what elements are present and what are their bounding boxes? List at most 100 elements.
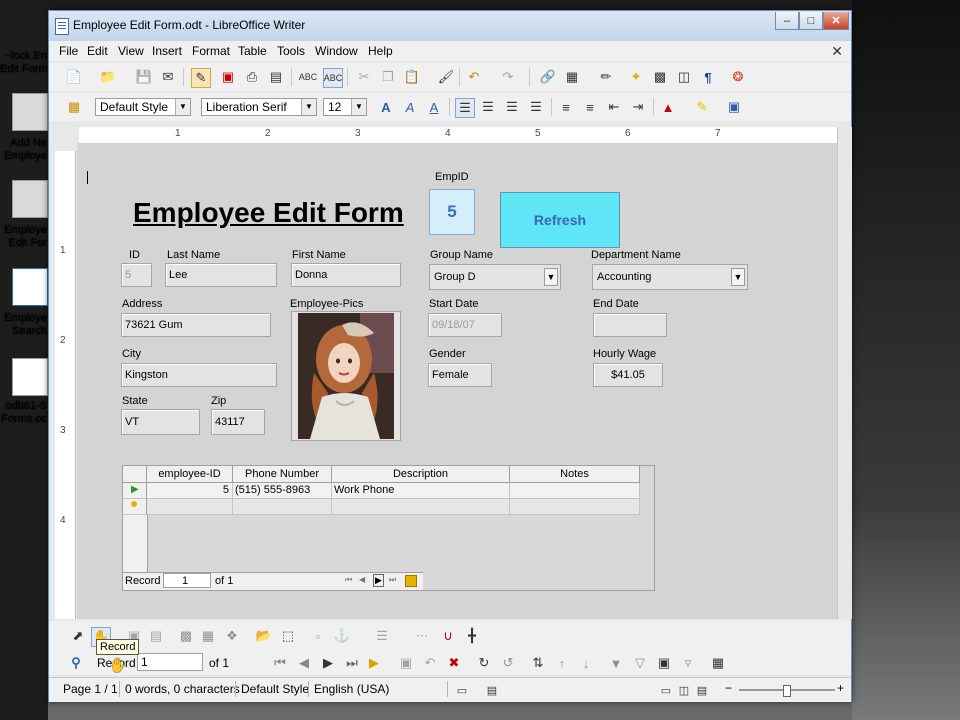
grid-row-current-marker[interactable]: ▶ [123, 483, 147, 499]
grid-header-description[interactable]: Description [332, 466, 510, 483]
cut-icon[interactable]: ✂ [355, 68, 373, 86]
menu-table[interactable]: Table [238, 44, 267, 58]
autofilter-icon[interactable]: ▼ [607, 654, 625, 672]
status-page[interactable]: Page 1 / 1 [63, 682, 118, 696]
font-color-icon[interactable]: ▲ [659, 98, 677, 116]
align-center-icon[interactable]: ☰ [479, 98, 497, 116]
state-field[interactable]: VT [121, 409, 200, 435]
chevron-down-icon[interactable]: ▼ [175, 99, 190, 115]
previous-record-icon[interactable]: ◀ [295, 654, 313, 672]
status-page-style[interactable]: Default Style [241, 682, 309, 696]
font-size-combo[interactable]: 12 ▼ [323, 98, 367, 116]
bold-icon[interactable]: A [377, 98, 395, 116]
numbering-icon[interactable]: ≡ [557, 98, 575, 116]
hourly-wage-field[interactable]: $41.05 [593, 363, 663, 387]
save-record-icon[interactable]: ▣ [397, 654, 415, 672]
menu-window[interactable]: Window [315, 44, 358, 58]
find-record-icon[interactable]: ⚲ [67, 654, 85, 672]
menu-tools[interactable]: Tools [277, 44, 305, 58]
refresh-button[interactable]: Refresh [500, 192, 620, 248]
help-icon[interactable]: ❂ [729, 68, 747, 86]
add-field-icon[interactable]: ❖ [223, 627, 241, 645]
menu-edit[interactable]: Edit [87, 44, 108, 58]
maximize-button[interactable]: □ [799, 12, 823, 30]
show-draw-functions-icon[interactable]: ✏ [597, 68, 615, 86]
chevron-down-icon[interactable]: ▼ [301, 99, 316, 115]
background-color-icon[interactable]: ▣ [725, 98, 743, 116]
gender-field[interactable]: Female [428, 363, 492, 387]
grid-cell[interactable] [147, 499, 233, 515]
paste-icon[interactable]: 📋 [403, 68, 421, 86]
hyperlink-icon[interactable]: 🔗 [539, 68, 557, 86]
grid-header-employee-id[interactable]: employee-ID [147, 466, 233, 483]
start-date-field[interactable]: 09/18/07 [428, 313, 502, 337]
vertical-scrollbar[interactable] [837, 127, 852, 619]
nav-record-input[interactable]: 1 [137, 653, 203, 671]
document-area[interactable]: EmpID 5 Employee Edit Form Refresh ID 5 … [77, 143, 837, 619]
print-icon[interactable]: ⎙ [243, 68, 261, 86]
grid-header-notes[interactable]: Notes [510, 466, 640, 483]
zip-field[interactable]: 43117 [211, 409, 265, 435]
id-field[interactable]: 5 [121, 263, 152, 287]
last-name-field[interactable]: Lee [165, 263, 277, 287]
new-document-icon[interactable]: 📄 [65, 68, 83, 86]
spellcheck-icon[interactable]: ABC [299, 68, 318, 86]
grid-cell[interactable]: 5 [147, 483, 233, 499]
data-source-as-table-icon[interactable]: ▦ [709, 654, 727, 672]
menu-view[interactable]: View [118, 44, 144, 58]
grid-cell[interactable] [233, 499, 332, 515]
menu-help[interactable]: Help [368, 44, 393, 58]
undo-record-icon[interactable]: ↶ [421, 654, 439, 672]
insert-mode-icon[interactable]: ▭ [453, 681, 471, 699]
chevron-down-icon[interactable]: ▼ [544, 268, 558, 286]
email-icon[interactable]: ✉ [159, 68, 177, 86]
display-grid-icon[interactable]: ⋯ [413, 627, 431, 645]
empid-field[interactable]: 5 [429, 189, 475, 235]
underline-icon[interactable]: A [425, 98, 443, 116]
book-view-icon[interactable]: ▤ [693, 681, 711, 699]
title-bar[interactable]: Employee Edit Form.odt - LibreOffice Wri… [49, 11, 851, 41]
anchor-icon[interactable]: ⚓ [333, 627, 351, 645]
status-language[interactable]: English (USA) [314, 682, 389, 696]
navigator-icon[interactable]: ✦ [627, 68, 645, 86]
increase-indent-icon[interactable]: ⇥ [629, 98, 647, 116]
zoom-out-icon[interactable]: − [725, 681, 732, 695]
apply-filter-icon[interactable]: ▽ [631, 654, 649, 672]
table-icon[interactable]: ▦ [563, 68, 581, 86]
styles-formatting-icon[interactable]: ▦ [65, 98, 83, 116]
sort-ascending-icon[interactable]: ↑ [553, 654, 571, 672]
justify-icon[interactable]: ☰ [527, 98, 545, 116]
grid-cell[interactable] [510, 483, 640, 499]
activation-order-icon[interactable]: ▦ [199, 627, 217, 645]
horizontal-ruler[interactable]: 1 2 3 4 5 6 7 [79, 127, 839, 144]
document-modified-icon[interactable]: ▤ [483, 681, 501, 699]
formatting-marks-icon[interactable]: ¶ [699, 68, 717, 86]
refresh-control-icon[interactable]: ↺ [499, 654, 517, 672]
reset-filter-icon[interactable]: ▿ [679, 654, 697, 672]
department-dropdown[interactable]: Accounting ▼ [592, 264, 748, 290]
copy-icon[interactable]: ❐ [379, 68, 397, 86]
city-field[interactable]: Kingston [121, 363, 277, 387]
first-name-field[interactable]: Donna [291, 263, 401, 287]
menu-insert[interactable]: Insert [152, 44, 182, 58]
open-design-mode-icon[interactable]: 📂 [255, 627, 273, 645]
align-left-icon[interactable]: ☰ [455, 98, 475, 118]
new-record-icon[interactable]: ▶ [365, 654, 383, 672]
menu-format[interactable]: Format [192, 44, 230, 58]
first-record-icon[interactable]: ⏮ [271, 654, 289, 672]
grid-next-record-icon[interactable]: ▶ [373, 574, 384, 587]
data-sources-icon[interactable]: ◫ [675, 68, 693, 86]
close-window-button[interactable]: ✕ [823, 12, 849, 30]
phone-grid[interactable]: employee-ID Phone Number Description Not… [122, 465, 655, 591]
align-right-icon[interactable]: ☰ [503, 98, 521, 116]
grid-header-phone-number[interactable]: Phone Number [233, 466, 332, 483]
edit-mode-icon[interactable]: ✎ [191, 68, 211, 88]
export-pdf-icon[interactable]: ▣ [219, 68, 237, 86]
grid-row-new-marker[interactable] [123, 499, 147, 515]
print-preview-icon[interactable]: ▤ [267, 68, 285, 86]
undo-icon[interactable]: ↶ [465, 68, 483, 86]
grid-cell[interactable]: (515) 555-8963 [233, 483, 332, 499]
position-size-icon[interactable]: ▫ [309, 627, 327, 645]
zoom-slider-handle[interactable] [783, 685, 791, 697]
refresh-icon[interactable]: ↻ [475, 654, 493, 672]
